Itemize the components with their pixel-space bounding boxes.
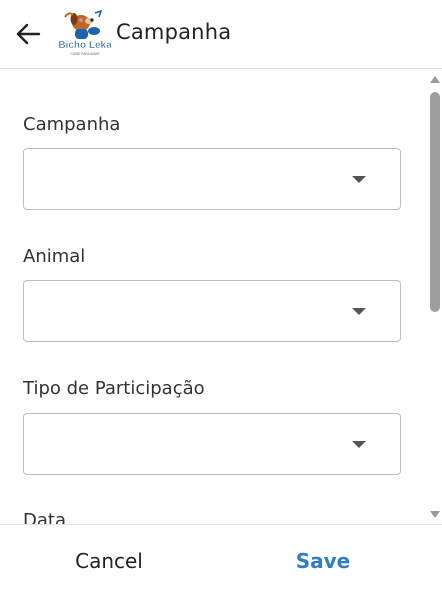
animal-select[interactable] bbox=[23, 280, 401, 342]
campanha-select[interactable] bbox=[23, 148, 401, 210]
scroll-down-icon[interactable] bbox=[430, 511, 440, 518]
cancel-button[interactable]: Cancel bbox=[29, 525, 189, 596]
arrow-left-icon bbox=[16, 23, 41, 45]
caret-down-icon bbox=[352, 441, 366, 448]
scrollbar[interactable] bbox=[428, 70, 442, 524]
back-button[interactable] bbox=[12, 18, 44, 50]
tipo-participacao-select[interactable] bbox=[23, 413, 401, 475]
data-label: Data bbox=[23, 510, 66, 524]
caret-down-icon bbox=[352, 176, 366, 183]
caret-down-icon bbox=[352, 308, 366, 315]
logo-wordmark: Bicho Leka bbox=[59, 40, 111, 51]
action-footer: Cancel Save bbox=[0, 524, 442, 596]
animal-label: Animal bbox=[23, 246, 86, 267]
scroll-thumb[interactable] bbox=[430, 92, 440, 312]
scroll-up-icon[interactable] bbox=[430, 76, 440, 83]
form-content: Campanha Animal Tipo de Participação Dat… bbox=[0, 70, 428, 524]
tipo-participacao-label: Tipo de Participação bbox=[23, 378, 205, 399]
brand-logo: Bicho Leka CUIDE PARA AMAR bbox=[59, 9, 111, 56]
save-button[interactable]: Save bbox=[243, 525, 403, 596]
campanha-label: Campanha bbox=[23, 114, 121, 135]
logo-tagline: CUIDE PARA AMAR bbox=[71, 52, 101, 56]
page-title: Campanha bbox=[116, 20, 232, 44]
app-header: Bicho Leka CUIDE PARA AMAR Campanha bbox=[0, 0, 442, 69]
